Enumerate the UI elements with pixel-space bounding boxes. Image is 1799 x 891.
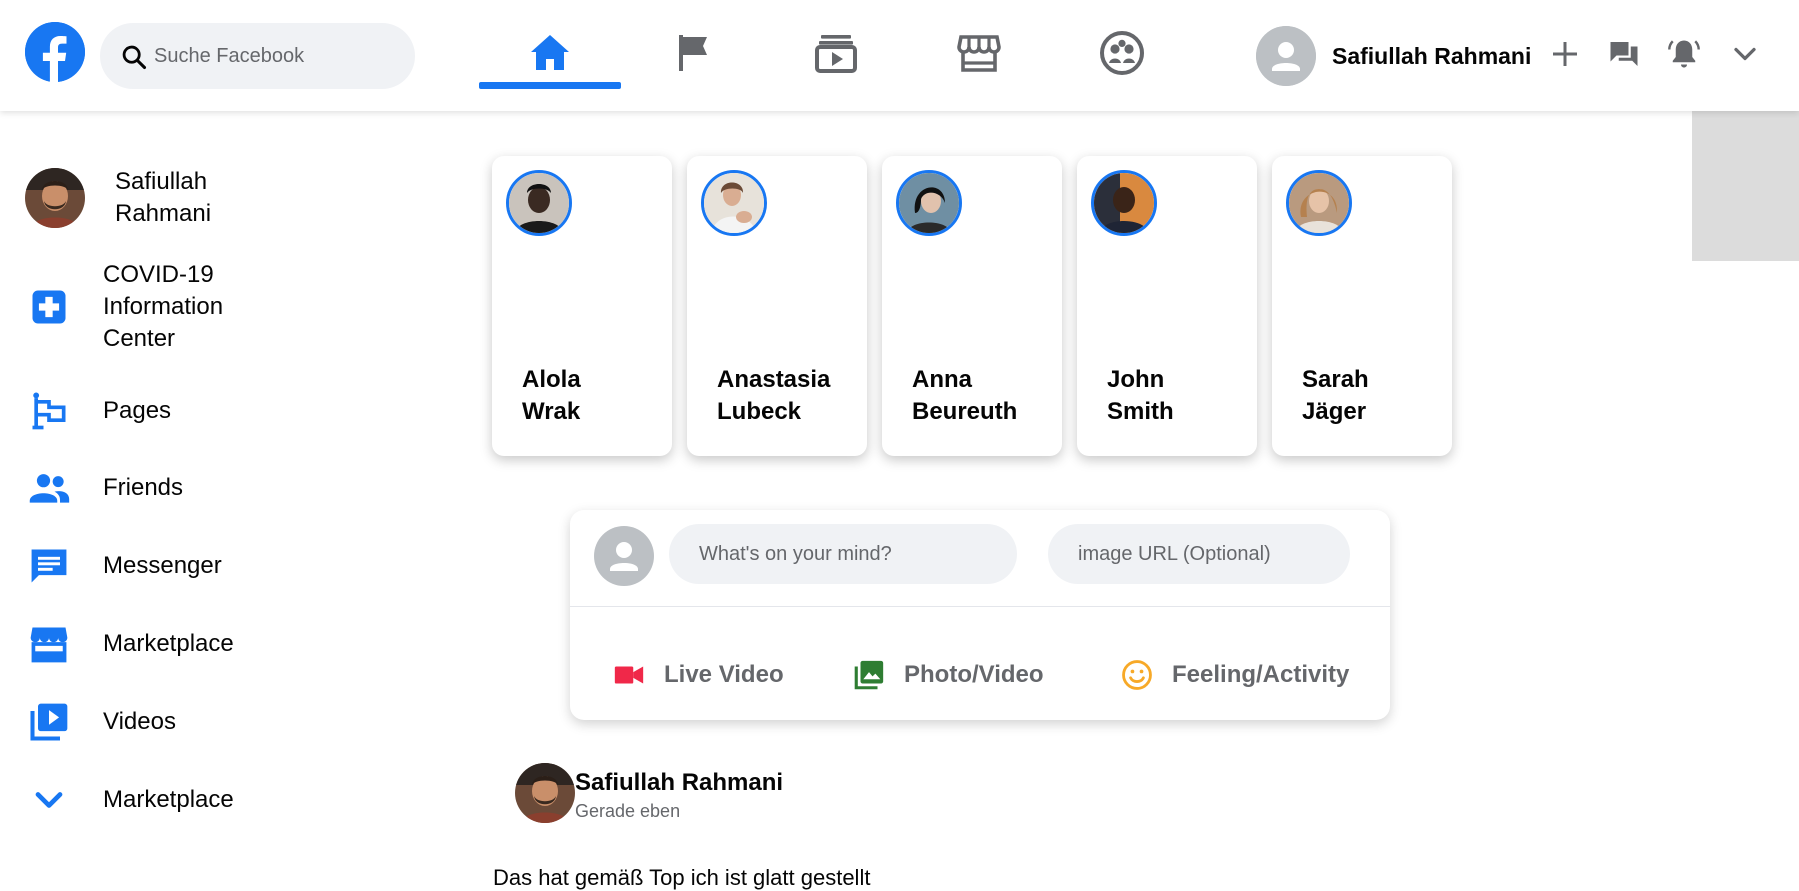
sidebar-item-videos[interactable]: Videos [25, 698, 176, 746]
sidebar-item-label: Friends [103, 474, 184, 501]
chevron-down-icon [25, 776, 73, 824]
account-menu-button[interactable] [1725, 34, 1765, 74]
post-composer: Live Video Photo/Video Feeling/Activity [570, 510, 1390, 720]
image-url-input[interactable] [1048, 524, 1350, 584]
sidebar-item-label: Safiullah Rahmani [115, 168, 212, 227]
top-navbar: Safiullah Rahmani [0, 0, 1799, 111]
messenger-button[interactable] [1604, 34, 1644, 74]
sidebar-item-see-more[interactable]: Marketplace [25, 776, 234, 824]
photo-video-button[interactable]: Photo/Video [852, 650, 1044, 700]
plus-square-icon [25, 283, 73, 331]
videocam-icon [614, 666, 644, 684]
search-bar[interactable] [100, 23, 415, 89]
home-icon [531, 35, 569, 70]
header-profile-name: Safiullah Rahmani [1332, 42, 1532, 69]
avatar [1286, 170, 1352, 236]
sidebar-item-messenger[interactable]: Messenger [25, 542, 222, 590]
store-icon [25, 620, 73, 668]
sidebar-item-covid[interactable]: COVID-19 Information Center [25, 259, 253, 355]
store-icon [957, 35, 1001, 72]
sidebar-item-label: Videos [103, 708, 176, 735]
action-label: Feeling/Activity [1172, 661, 1350, 688]
sidebar-item-label: Messenger [103, 552, 222, 579]
story-card[interactable]: Alola Wrak [492, 156, 672, 456]
header-profile-chip[interactable]: Safiullah Rahmani [1256, 25, 1531, 87]
scroll-placeholder [1692, 111, 1799, 261]
story-name: Alola Wrak [522, 366, 581, 425]
avatar [506, 170, 572, 236]
story-name: Anastasia Lubeck [717, 366, 831, 425]
story-avatar-photo-icon [1094, 173, 1154, 233]
avatar[interactable] [515, 763, 575, 823]
avatar [1256, 26, 1316, 86]
tab-groups[interactable] [1051, 18, 1193, 88]
groups-icon [1100, 31, 1144, 75]
sidebar-item-label: Pages [103, 397, 172, 424]
story-card[interactable]: John Smith [1077, 156, 1257, 456]
default-avatar-icon [594, 526, 654, 586]
avatar [1091, 170, 1157, 236]
story-avatar-photo-icon [704, 173, 764, 233]
divider [570, 606, 1390, 607]
post-timestamp: Gerade eben [575, 801, 681, 821]
chat-icon [1610, 42, 1638, 66]
sidebar-item-label: Marketplace [103, 630, 234, 657]
flag-icon [679, 35, 707, 71]
facebook-logo-icon[interactable] [25, 22, 85, 82]
bell-icon [1668, 40, 1700, 68]
sidebar-item-pages[interactable]: Pages [25, 387, 171, 435]
avatar [25, 168, 85, 228]
message-icon [25, 542, 73, 590]
story-card[interactable]: Anastasia Lubeck [687, 156, 867, 456]
avatar [701, 170, 767, 236]
story-name: John Smith [1107, 366, 1174, 425]
default-avatar-icon [1256, 26, 1316, 86]
avatar [594, 526, 654, 586]
sidebar-item-marketplace[interactable]: Marketplace [25, 620, 234, 668]
friends-icon [25, 464, 73, 512]
action-label: Photo/Video [904, 661, 1044, 688]
post-text: Das hat gemäß Top ich ist glatt gestellt [493, 865, 871, 890]
live-video-button[interactable]: Live Video [612, 650, 784, 700]
watch-icon [815, 35, 857, 73]
sidebar-item-profile[interactable]: Safiullah Rahmani [25, 166, 245, 230]
story-avatar-photo-icon [899, 173, 959, 233]
video-library-icon [25, 698, 73, 746]
smile-icon [1122, 660, 1152, 690]
story-card[interactable]: Anna Beureuth [882, 156, 1062, 456]
profile-photo-icon [25, 168, 85, 228]
action-label: Live Video [664, 661, 784, 688]
flag-icon [25, 387, 73, 435]
tab-watch[interactable] [765, 18, 907, 88]
sidebar-item-label: COVID-19 Information Center [103, 261, 224, 352]
photo-library-icon [854, 660, 884, 690]
notifications-button[interactable] [1664, 34, 1704, 74]
create-button[interactable] [1545, 34, 1585, 74]
post-text-input[interactable] [669, 524, 1017, 584]
post-author[interactable]: Safiullah Rahmani [575, 769, 783, 797]
sidebar-item-label: Marketplace [103, 786, 234, 813]
story-avatar-photo-icon [509, 173, 569, 233]
search-icon [122, 45, 147, 70]
feeling-activity-button[interactable]: Feeling/Activity [1120, 650, 1349, 700]
story-name: Anna Beureuth [912, 366, 1018, 425]
story-card[interactable]: Sarah Jäger [1272, 156, 1452, 456]
tab-marketplace[interactable] [908, 18, 1050, 88]
sidebar-item-friends[interactable]: Friends [25, 464, 183, 512]
tab-home[interactable] [479, 18, 621, 89]
chevron-down-icon [1734, 47, 1756, 61]
story-avatar-photo-icon [1289, 173, 1349, 233]
plus-icon [1553, 42, 1577, 66]
avatar [896, 170, 962, 236]
story-name: Sarah Jäger [1302, 366, 1369, 425]
search-input[interactable] [154, 23, 404, 89]
profile-photo-icon [515, 763, 575, 823]
tab-pages[interactable] [622, 18, 764, 88]
